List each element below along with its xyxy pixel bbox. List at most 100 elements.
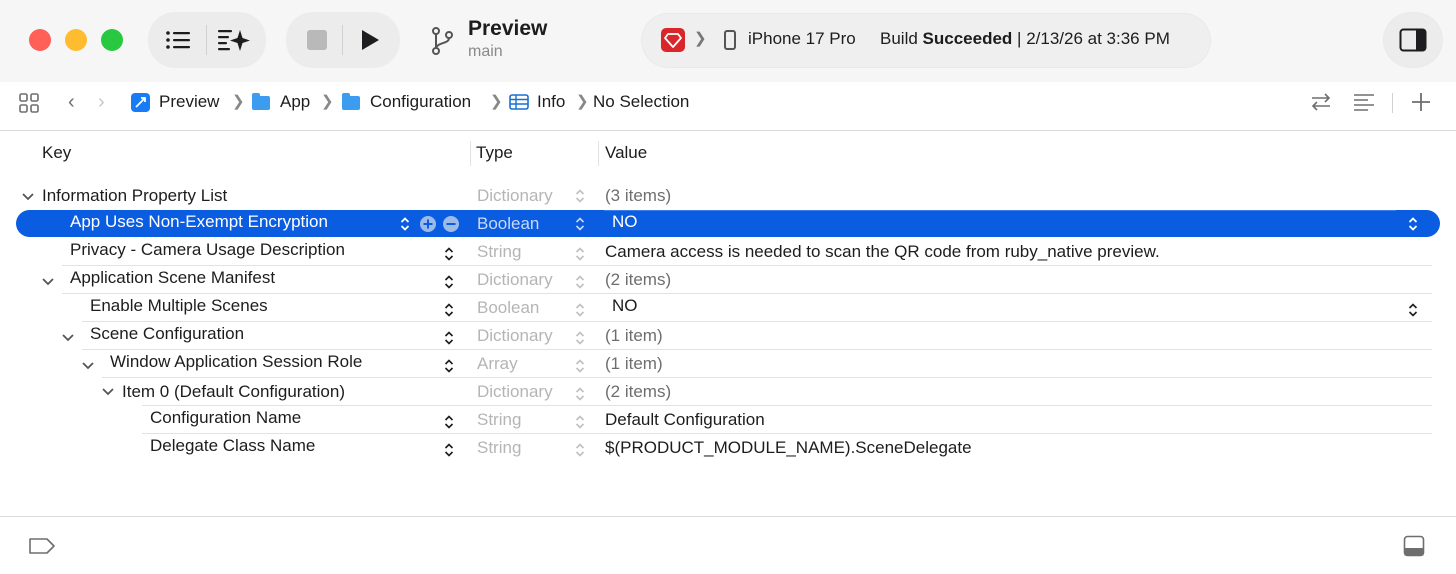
plist-row[interactable]: Information Property List Dictionary (3 … — [0, 182, 1456, 210]
type-popup-icon[interactable] — [575, 330, 585, 346]
plist-key: Information Property List — [42, 186, 228, 205]
key-popup-icon[interactable] — [444, 274, 454, 290]
plist-row[interactable]: Configuration Name String Default Config… — [0, 406, 1456, 434]
plist-row[interactable]: Item 0 (Default Configuration) Dictionar… — [0, 378, 1456, 406]
chevron-right-icon: ❯ — [321, 93, 334, 110]
inspector-toggle-button[interactable] — [1384, 13, 1442, 67]
breadcrumb-selection[interactable]: No Selection — [593, 92, 689, 112]
plist-key: Item 0 (Default Configuration) — [122, 382, 345, 401]
plist-row[interactable]: Delegate Class Name String $(PRODUCT_MOD… — [0, 434, 1456, 462]
plist-type: String — [477, 410, 522, 429]
key-popup-icon[interactable] — [444, 442, 454, 458]
project-icon — [131, 93, 150, 112]
run-destination[interactable]: iPhone 17 Pro — [748, 29, 860, 49]
related-items-icon[interactable] — [19, 93, 39, 118]
type-popup-icon[interactable] — [575, 442, 585, 458]
build-timestamp: 2/13/26 at 3:36 PM — [1026, 29, 1170, 48]
plist-key: Scene Configuration — [90, 324, 245, 343]
chevron-right-icon: ❯ — [694, 30, 707, 47]
plist-value[interactable]: NO — [612, 212, 638, 232]
key-popup-icon[interactable] — [444, 246, 454, 262]
plist-row[interactable]: Privacy - Camera Usage Description Strin… — [0, 238, 1456, 266]
type-popup-icon[interactable] — [575, 414, 585, 430]
breadcrumb-group-app[interactable]: App — [280, 92, 310, 112]
type-popup-icon[interactable] — [575, 216, 585, 232]
plist-type: String — [477, 242, 522, 261]
key-popup-icon[interactable] — [444, 414, 454, 430]
scheme-title[interactable]: Preview — [468, 17, 547, 41]
play-icon — [362, 30, 379, 50]
toolbar-divider — [342, 25, 343, 55]
column-header-key[interactable]: Key — [42, 143, 71, 163]
add-row-button[interactable] — [420, 216, 436, 232]
chevron-right-icon: ❯ — [576, 93, 589, 110]
plist-row[interactable]: Window Application Session Role Array (1… — [0, 350, 1456, 378]
switch-editor-icon[interactable] — [1309, 90, 1333, 119]
debug-area-toggle-icon[interactable] — [1403, 535, 1425, 562]
type-popup-icon[interactable] — [575, 386, 585, 402]
plist-key: Window Application Session Role — [110, 352, 363, 371]
type-popup-icon[interactable] — [575, 302, 585, 318]
close-window-button[interactable] — [29, 29, 51, 51]
column-divider — [598, 141, 599, 166]
breadcrumb-file-info[interactable]: Info — [537, 92, 565, 112]
back-button[interactable]: ‹ — [68, 91, 75, 114]
stop-icon — [307, 30, 327, 50]
remove-row-button[interactable] — [443, 216, 459, 232]
plist-value[interactable]: Default Configuration — [605, 410, 765, 430]
bottom-bar — [0, 516, 1456, 574]
disclosure-expanded-icon[interactable] — [20, 189, 36, 205]
plist-type: Dictionary — [477, 270, 553, 289]
forward-button[interactable]: › — [98, 91, 105, 114]
type-popup-icon[interactable] — [575, 358, 585, 374]
key-popup-icon[interactable] — [444, 302, 454, 318]
plist-value[interactable]: $(PRODUCT_MODULE_NAME).SceneDelegate — [605, 438, 972, 458]
plist-row-selected[interactable]: App Uses Non-Exempt Encryption Boolean N… — [16, 210, 1440, 237]
type-popup-icon[interactable] — [575, 274, 585, 290]
plist-row[interactable]: Application Scene Manifest Dictionary (2… — [0, 266, 1456, 294]
tag-icon[interactable] — [28, 537, 56, 560]
coding-assistant-button[interactable] — [215, 23, 253, 57]
breadcrumb-project[interactable]: Preview — [159, 92, 219, 112]
table-icon — [509, 94, 529, 115]
column-header-type[interactable]: Type — [476, 143, 513, 163]
plist-type: Boolean — [477, 298, 540, 317]
plist-row[interactable]: Scene Configuration Dictionary (1 item) — [0, 322, 1456, 350]
plist-key: Delegate Class Name — [150, 436, 316, 455]
plist-key[interactable]: App Uses Non-Exempt Encryption — [70, 212, 328, 232]
key-popup-icon[interactable] — [444, 330, 454, 346]
run-button[interactable] — [353, 24, 387, 56]
key-popup-icon[interactable] — [444, 358, 454, 374]
minimize-window-button[interactable] — [65, 29, 87, 51]
plus-icon — [423, 219, 433, 229]
column-divider — [470, 141, 471, 166]
plist-key: Application Scene Manifest — [70, 268, 276, 287]
build-status-result: Succeeded — [922, 29, 1013, 48]
disclosure-expanded-icon[interactable] — [40, 274, 56, 290]
stop-button[interactable] — [301, 25, 333, 55]
disclosure-expanded-icon[interactable] — [80, 358, 96, 374]
value-popup-icon[interactable] — [1408, 216, 1418, 232]
plist-key: Privacy - Camera Usage Description — [70, 240, 345, 259]
key-popup-icon[interactable] — [400, 216, 410, 232]
build-status-separator: | — [1017, 29, 1022, 48]
editor-options-icon[interactable] — [1352, 92, 1376, 117]
plist-value[interactable]: NO — [612, 296, 638, 316]
folder-icon — [342, 93, 360, 110]
add-editor-icon[interactable] — [1410, 91, 1432, 118]
navigator-group — [149, 13, 265, 67]
zoom-window-button[interactable] — [101, 29, 123, 51]
plist-row[interactable]: Enable Multiple Scenes Boolean NO — [0, 294, 1456, 322]
type-popup-icon[interactable] — [575, 246, 585, 262]
navigator-toggle-button[interactable] — [161, 24, 195, 56]
disclosure-expanded-icon[interactable] — [60, 330, 76, 346]
type-popup-icon[interactable] — [575, 188, 585, 204]
value-popup-icon[interactable] — [1408, 302, 1418, 318]
breadcrumb-group-configuration[interactable]: Configuration — [370, 92, 471, 112]
branch-icon — [430, 26, 456, 61]
plist-value[interactable]: Camera access is needed to scan the QR c… — [605, 242, 1160, 262]
disclosure-expanded-icon[interactable] — [100, 384, 116, 400]
ruby-app-icon[interactable] — [661, 28, 685, 52]
value-cell-border — [604, 210, 1396, 211]
column-header-value[interactable]: Value — [605, 143, 647, 163]
